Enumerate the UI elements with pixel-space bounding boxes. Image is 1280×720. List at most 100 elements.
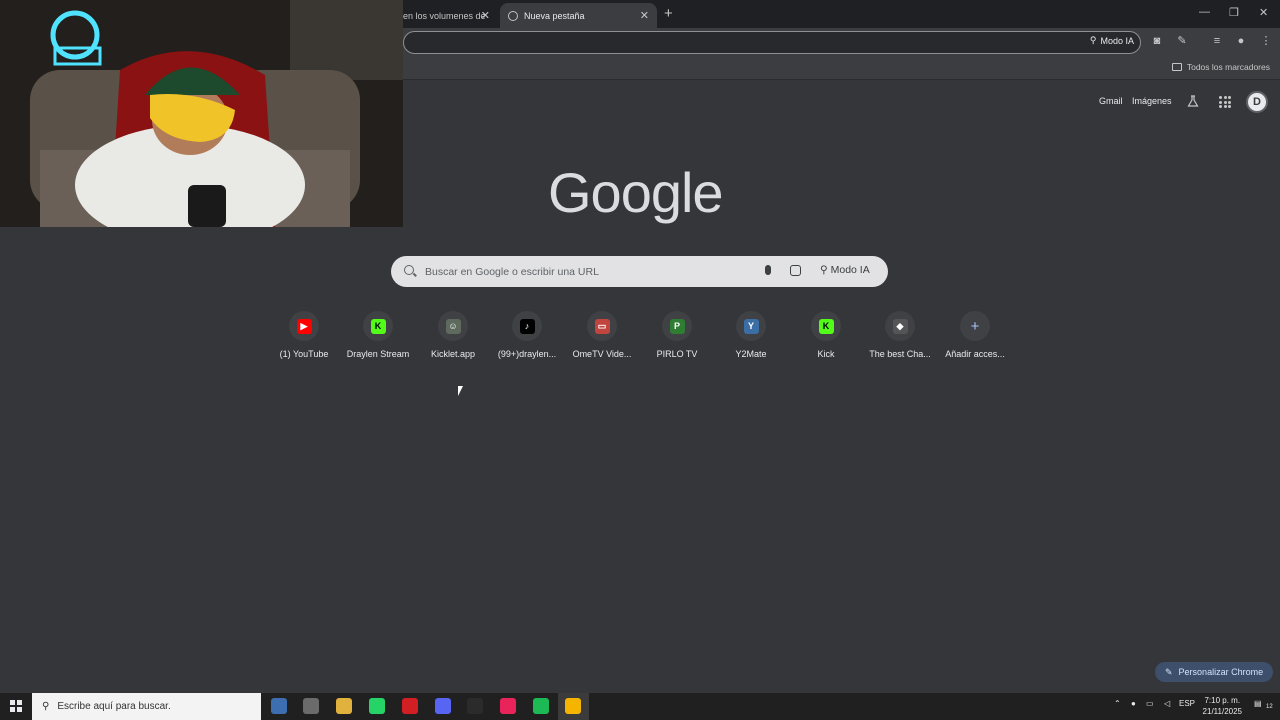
tab-title: en los volumenes de: [403, 10, 486, 21]
incognito-icon[interactable]: ◙: [1150, 34, 1164, 48]
pirlo-icon: P: [669, 318, 685, 334]
minimize-icon[interactable]: —: [1199, 6, 1210, 18]
network-icon[interactable]: ▭: [1146, 699, 1154, 708]
labs-flask-icon[interactable]: [1187, 95, 1199, 107]
notifications-icon[interactable]: ▤: [1254, 699, 1262, 708]
taskbar-search[interactable]: ⚲ Escribe aquí para buscar.: [32, 693, 261, 720]
gmail-link[interactable]: Gmail: [1099, 96, 1123, 106]
shortcut-label: Kicklet.app: [430, 349, 476, 359]
shortcut-bubble: +: [960, 311, 990, 341]
webcam-feed-image: [0, 0, 403, 227]
shortcut-tile[interactable]: K Kick: [789, 311, 863, 359]
chrome-favicon-icon: [508, 10, 518, 21]
kick-icon: K: [818, 318, 834, 334]
folder-icon[interactable]: [336, 698, 352, 714]
google-logo: Google: [548, 161, 724, 224]
images-link[interactable]: Imágenes: [1132, 96, 1172, 106]
screen: en los volumenes de ✕ Nueva pestaña ✕ + …: [0, 0, 1280, 720]
tab-title: Nueva pestaña: [524, 10, 585, 21]
apps-grid-icon[interactable]: [1219, 96, 1231, 108]
personalize-chrome-button[interactable]: ✎ Personalizar Chrome: [1155, 662, 1274, 682]
shortcut-bubble: ☺: [438, 311, 468, 341]
shortcut-tile[interactable]: K Draylen Stream: [341, 311, 415, 359]
omnibox[interactable]: ⚲ Modo IA: [403, 31, 1141, 54]
shortcut-tile[interactable]: ▶ (1) YouTube: [267, 311, 341, 359]
tab-nueva-pestana[interactable]: Nueva pestaña ✕: [500, 3, 657, 28]
shortcut-label: Draylen Stream: [346, 349, 410, 359]
obs-icon[interactable]: [467, 698, 483, 714]
shortcut-label: Añadir acces...: [945, 349, 1005, 359]
y2mate-icon: Y: [743, 318, 759, 334]
clock[interactable]: 7:10 p. m. 21/11/2025: [1203, 695, 1242, 717]
chrome-icon[interactable]: [565, 698, 581, 714]
mic-icon[interactable]: [765, 265, 771, 275]
tab-search-icon[interactable]: ≡: [1210, 34, 1224, 48]
search-icon: ⚲: [42, 701, 50, 712]
shortcut-bubble: Y: [736, 311, 766, 341]
kicklet-icon: ☺: [445, 318, 461, 334]
shortcut-label: (99+)draylen...: [497, 349, 557, 359]
pencil-icon: ✎: [1165, 666, 1173, 677]
shortcut-tile[interactable]: ▭ OmeTV Vide...: [565, 311, 639, 359]
shortcut-bubble: K: [363, 311, 393, 341]
whatsapp-icon[interactable]: [369, 698, 385, 714]
avatar[interactable]: D: [1246, 91, 1268, 113]
notification-count: 12: [1266, 704, 1273, 710]
kick-icon: K: [370, 318, 386, 334]
menu-icon[interactable]: ⋮: [1259, 34, 1273, 48]
mic-tray-icon[interactable]: ●: [1131, 699, 1136, 708]
close-icon[interactable]: ✕: [640, 9, 649, 22]
spotify-icon[interactable]: [533, 698, 549, 714]
extensions-icon[interactable]: ✎: [1175, 34, 1189, 48]
shortcut-label: PIRLO TV: [656, 349, 698, 359]
opera-icon[interactable]: [402, 698, 418, 714]
shortcut-label: (1) YouTube: [279, 349, 329, 359]
shortcut-bubble: ▭: [587, 311, 617, 341]
window-close-icon[interactable]: ✕: [1259, 6, 1268, 19]
close-icon[interactable]: ✕: [481, 9, 490, 22]
shortcut-tile[interactable]: ♪ (99+)draylen...: [490, 311, 564, 359]
shortcut-tile[interactable]: + Añadir acces...: [938, 311, 1012, 359]
folder-icon: [1171, 63, 1182, 71]
chat-icon: ◆: [892, 318, 908, 334]
webcam-overlay: [0, 0, 403, 227]
tab-volumenes[interactable]: en los volumenes de ✕: [403, 3, 498, 28]
tiktok-app-icon[interactable]: [500, 698, 516, 714]
taskbar: ⚲ Escribe aquí para buscar. ⌃ ● ▭ ◁ ESP …: [0, 693, 1280, 720]
media-app-icon[interactable]: [303, 698, 319, 714]
files-app-icon[interactable]: [271, 698, 287, 714]
shortcut-tile[interactable]: ☺ Kicklet.app: [416, 311, 490, 359]
shortcut-bubble: ◆: [885, 311, 915, 341]
language-indicator[interactable]: ESP: [1179, 699, 1195, 708]
profile-icon[interactable]: ●: [1234, 34, 1248, 48]
shortcut-bubble: ♪: [512, 311, 542, 341]
search-icon: [404, 265, 414, 275]
tiktok-icon: ♪: [519, 318, 535, 334]
restore-icon[interactable]: ❐: [1229, 6, 1239, 19]
lens-icon[interactable]: [790, 265, 801, 276]
all-bookmarks-button[interactable]: Todos los marcadores: [1171, 62, 1270, 72]
new-tab-icon[interactable]: +: [664, 5, 673, 22]
shortcut-bubble: P: [662, 311, 692, 341]
ometv-icon: ▭: [594, 318, 610, 334]
search-input[interactable]: [425, 262, 755, 281]
shortcut-label: Y2Mate: [735, 349, 767, 359]
shortcut-bubble: ▶: [289, 311, 319, 341]
modo-ia-button[interactable]: ⚲ Modo IA: [820, 264, 870, 276]
shortcut-tile[interactable]: Y Y2Mate: [714, 311, 788, 359]
volume-icon[interactable]: ◁: [1164, 699, 1170, 708]
youtube-icon: ▶: [296, 318, 312, 334]
shortcut-label: The best Cha...: [869, 349, 931, 359]
windows-start-icon[interactable]: [10, 700, 22, 712]
discord-icon[interactable]: [435, 698, 451, 714]
chevron-up-icon[interactable]: ⌃: [1114, 699, 1121, 708]
search-box[interactable]: ⚲ Modo IA: [391, 256, 888, 287]
spark-search-icon: ⚲: [1089, 35, 1097, 45]
omnibox-modo-ia-button[interactable]: ⚲ Modo IA: [1090, 35, 1134, 46]
shortcut-tile[interactable]: P PIRLO TV: [640, 311, 714, 359]
plus-icon: +: [967, 318, 983, 335]
mouse-cursor: [458, 386, 463, 396]
shortcut-label: OmeTV Vide...: [572, 349, 632, 359]
shortcut-tile[interactable]: ◆ The best Cha...: [863, 311, 937, 359]
shortcut-label: Kick: [817, 349, 835, 359]
